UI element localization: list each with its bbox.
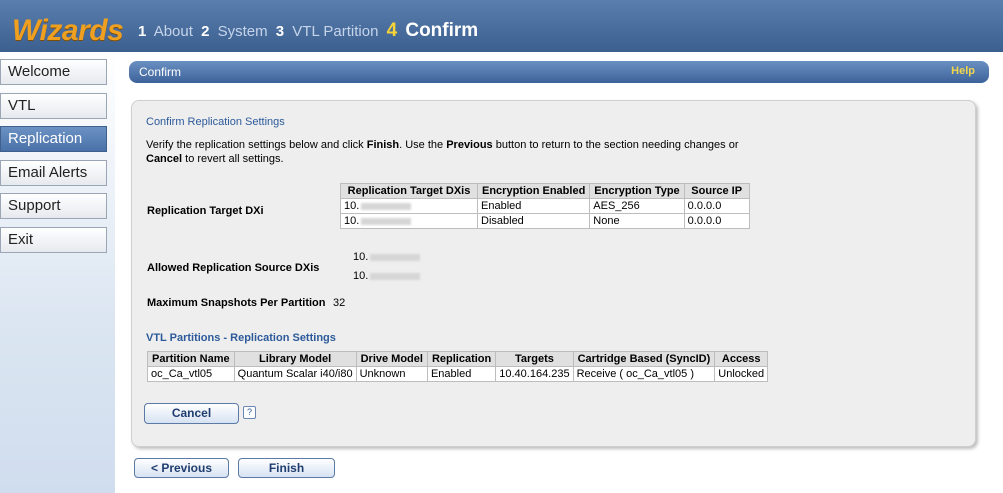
col-access: Access — [714, 351, 769, 367]
source-ip-text: 10. — [353, 251, 369, 263]
source-ip-2: 10. — [353, 270, 421, 282]
wizards-logo: Wizards — [12, 14, 124, 47]
step-3-label[interactable]: VTL Partition — [292, 23, 378, 40]
encryption-enabled-cell: Disabled — [476, 213, 591, 229]
target-dxi-cell: 10. — [340, 213, 478, 229]
instr-previous: Previous — [446, 139, 493, 151]
sidebar-item-welcome[interactable]: Welcome — [0, 59, 107, 85]
encryption-type-cell: None — [589, 213, 685, 229]
step-4-label[interactable]: Confirm — [405, 20, 478, 41]
target-dxi-text: 10. — [344, 215, 360, 227]
col-source-ip: Source IP — [683, 183, 750, 199]
library-model-cell: Quantum Scalar i40/i80 — [233, 366, 357, 382]
max-snapshots-value: 32 — [333, 297, 346, 309]
col-cartridge-based: Cartridge Based (SyncID) — [572, 351, 716, 367]
replication-cell: Enabled — [426, 366, 497, 382]
drive-model-cell: Unknown — [355, 366, 428, 382]
sidebar-item-support[interactable]: Support — [0, 193, 107, 219]
cartridge-cell: Receive ( oc_Ca_vtl05 ) — [572, 366, 716, 382]
cancel-button[interactable]: Cancel — [144, 403, 239, 424]
instr-text-1: Verify the replication settings below an… — [146, 139, 367, 151]
wizard-steps: 1 About 2 System 3 VTL Partition 4 Confi… — [138, 20, 482, 41]
source-ip-cell: 0.0.0.0 — [683, 213, 750, 229]
sidebar-item-exit[interactable]: Exit — [0, 227, 107, 253]
col-partition-name: Partition Name — [147, 351, 235, 367]
step-2-label[interactable]: System — [218, 23, 268, 40]
vtl-partitions-table: Partition Name Library Model Drive Model… — [147, 351, 769, 382]
target-dxi-cell: 10. — [340, 198, 478, 214]
col-library-model: Library Model — [233, 351, 357, 367]
sidebar-item-vtl[interactable]: VTL — [0, 93, 107, 119]
previous-button[interactable]: < Previous — [134, 458, 229, 478]
access-cell: Unlocked — [714, 366, 769, 382]
table-row: oc_Ca_vtl05 Quantum Scalar i40/i80 Unkno… — [147, 366, 769, 382]
step-4-number: 4 — [386, 20, 398, 41]
sidebar-item-email-alerts[interactable]: Email Alerts — [0, 160, 107, 186]
instr-text-3: button to return to the section needing … — [492, 139, 739, 151]
instructions: Verify the replication settings below an… — [146, 138, 846, 166]
instr-cancel: Cancel — [146, 153, 183, 165]
source-ip-1: 10. — [353, 251, 421, 263]
redacted-ip — [361, 202, 412, 210]
encryption-type-cell: AES_256 — [589, 198, 685, 214]
target-dxi-text: 10. — [344, 200, 360, 212]
encryption-enabled-cell: Enabled — [476, 198, 591, 214]
targets-cell: 10.40.164.235 — [495, 366, 574, 382]
content-header: Confirm Help — [129, 61, 989, 83]
table-header-row: Replication Target DXis Encryption Enabl… — [340, 183, 750, 199]
source-ip-text: 10. — [353, 270, 369, 282]
table-row: 10. Enabled AES_256 0.0.0.0 — [340, 198, 750, 214]
col-targets: Targets — [495, 351, 574, 367]
redacted-ip — [370, 272, 421, 280]
instr-text-4: to revert all settings. — [182, 153, 284, 165]
col-drive-model: Drive Model — [355, 351, 428, 367]
col-encryption-enabled: Encryption Enabled — [476, 183, 591, 199]
allowed-sources-label: Allowed Replication Source DXis — [147, 262, 320, 274]
partition-name-cell: oc_Ca_vtl05 — [147, 366, 235, 382]
step-1-label[interactable]: About — [154, 23, 193, 40]
replication-target-table: Replication Target DXis Encryption Enabl… — [340, 183, 750, 229]
redacted-ip — [361, 217, 412, 225]
vtl-section-title: VTL Partitions - Replication Settings — [146, 332, 336, 344]
confirm-panel: Confirm Replication Settings Verify the … — [131, 100, 976, 447]
page-title: Confirm — [139, 65, 182, 79]
table-row: 10. Disabled None 0.0.0.0 — [340, 213, 750, 229]
help-icon[interactable]: ? — [243, 406, 256, 419]
replication-target-label: Replication Target DXi — [147, 205, 264, 217]
sidebar: Welcome VTL Replication Email Alerts Sup… — [0, 52, 115, 493]
table-header-row: Partition Name Library Model Drive Model… — [147, 351, 769, 367]
col-encryption-type: Encryption Type — [589, 183, 685, 199]
source-ip-cell: 0.0.0.0 — [683, 198, 750, 214]
max-snapshots-label: Maximum Snapshots Per Partition — [147, 297, 326, 309]
sidebar-item-replication[interactable]: Replication — [0, 126, 107, 152]
step-3-number: 3 — [275, 23, 285, 40]
instr-finish: Finish — [366, 139, 400, 151]
step-1-number: 1 — [138, 23, 147, 40]
help-link[interactable]: Help — [951, 65, 975, 77]
col-target-dxis: Replication Target DXis — [340, 183, 478, 199]
redacted-ip — [370, 253, 421, 261]
wizard-banner: Wizards 1 About 2 System 3 VTL Partition… — [0, 0, 1003, 52]
finish-button[interactable]: Finish — [238, 458, 335, 478]
confirm-section-title: Confirm Replication Settings — [146, 116, 285, 128]
instr-text-2: . Use the — [399, 139, 447, 151]
step-2-number: 2 — [201, 23, 210, 40]
col-replication: Replication — [426, 351, 497, 367]
